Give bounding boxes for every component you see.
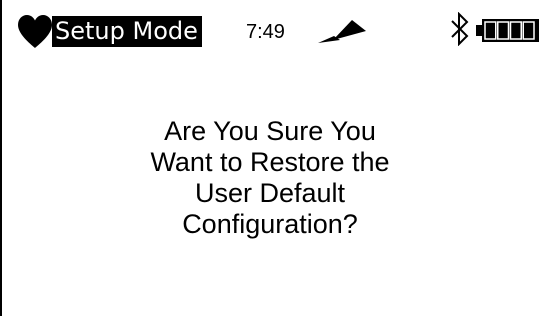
battery-cell	[509, 21, 522, 40]
battery-cell	[484, 21, 497, 40]
signal-icon	[318, 20, 366, 43]
mode-badge: Setup Mode	[52, 16, 202, 47]
clock: 7:49	[246, 21, 285, 43]
battery-cell	[522, 21, 535, 40]
dialog-message-line: Want to Restore the	[150, 147, 390, 177]
battery-cell	[497, 21, 510, 40]
dialog-message-line: User Default	[194, 178, 346, 208]
bluetooth-icon	[451, 12, 469, 46]
dialog-message-line: Configuration?	[182, 209, 358, 239]
dialog-message-line: Are You Sure You	[164, 116, 376, 146]
status-bar: Setup Mode 7:49	[0, 0, 539, 48]
heart-icon	[18, 15, 52, 48]
device-screen: Setup Mode 7:49 Are You Sure You Want to…	[0, 0, 539, 316]
confirmation-dialog: Are You Sure You Want to Restore the Use…	[60, 116, 480, 240]
battery-icon	[476, 19, 539, 42]
